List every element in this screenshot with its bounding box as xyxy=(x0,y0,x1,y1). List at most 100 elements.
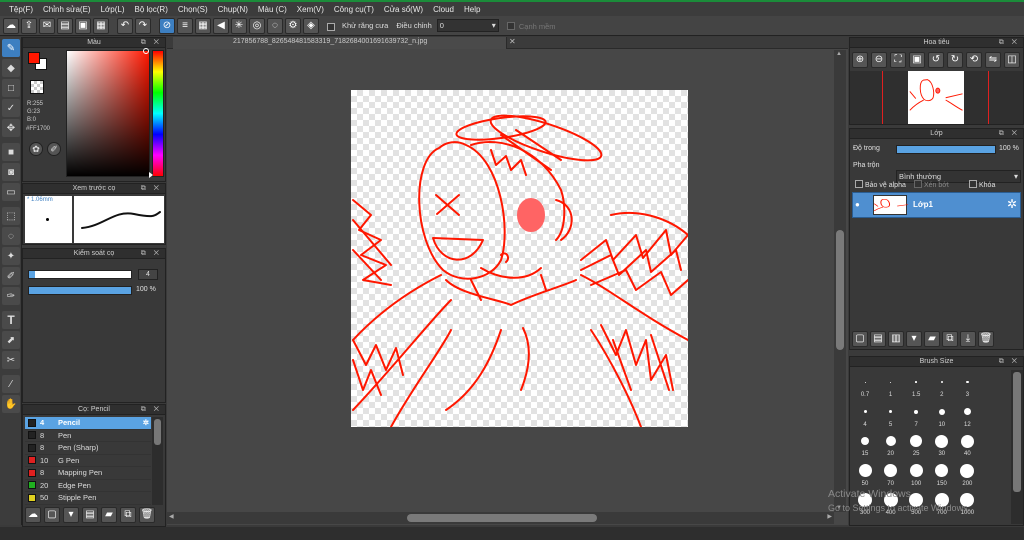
panel-window-buttons[interactable]: ⧉ ✕ xyxy=(141,184,162,194)
select-pen-tool-icon[interactable]: ✐ xyxy=(2,267,20,285)
brush-size-option[interactable]: 50 xyxy=(853,459,877,488)
brush-size-option[interactable]: 1 xyxy=(879,370,903,399)
comment-icon[interactable]: ✉ xyxy=(39,17,55,34)
snap-perspective-icon[interactable]: ◀ xyxy=(213,17,229,34)
menu-help[interactable]: Help xyxy=(459,5,485,14)
magic-wand-icon[interactable]: ✦ xyxy=(2,247,20,265)
transparent-color-swatch[interactable] xyxy=(30,80,44,94)
brush-list-scroll-thumb[interactable] xyxy=(154,419,161,445)
lasso-select-icon[interactable]: ◌ xyxy=(2,227,20,245)
brush-item-edge-pen[interactable]: 20 Edge Pen xyxy=(25,480,151,492)
navigator-preview[interactable] xyxy=(850,71,1023,124)
new-8bit-layer-icon[interactable]: ▥ xyxy=(888,331,904,347)
layer-row-lop1[interactable]: ● Lớp1 ✲ xyxy=(852,192,1021,218)
brush-item-pen-sharp[interactable]: 8 Pen (Sharp) xyxy=(25,442,151,455)
canvas-horizontal-thumb[interactable] xyxy=(407,514,597,522)
flip-horizontal-icon[interactable]: ⇋ xyxy=(985,52,1001,68)
drawing-canvas[interactable] xyxy=(351,90,689,428)
fit-view-icon[interactable]: ⛶ xyxy=(890,52,906,68)
brush-tool-icon[interactable]: ✎ xyxy=(2,39,20,57)
hand-tool-icon[interactable]: ✋ xyxy=(2,395,20,413)
redo-icon[interactable]: ↷ xyxy=(135,17,151,34)
grid-icon[interactable]: ▦ xyxy=(93,17,109,34)
brush-item-pencil[interactable]: 4 Pencil ✲ xyxy=(25,417,151,430)
saturation-value-square[interactable] xyxy=(66,50,150,177)
brush-size-value[interactable]: 4 xyxy=(138,269,158,280)
open-icon[interactable]: ▤ xyxy=(57,17,73,34)
cloud-icon[interactable]: ☁ xyxy=(3,17,19,34)
dot-tool-icon[interactable]: □ xyxy=(2,79,20,97)
brush-size-option[interactable]: 25 xyxy=(904,429,928,458)
snap-parallel-icon[interactable]: ≡ xyxy=(177,17,193,34)
delete-brush-icon[interactable]: 🗑 xyxy=(139,507,155,523)
brush-size-option[interactable]: 0.7 xyxy=(853,370,877,399)
brush-item-stipple-pen[interactable]: 50 Stipple Pen xyxy=(25,492,151,505)
add-brush-menu-icon[interactable]: ▾ xyxy=(63,507,79,523)
color-cursor[interactable] xyxy=(143,48,149,54)
rect-select-icon[interactable]: ⬚ xyxy=(2,207,20,225)
scroll-up-icon[interactable]: ▲ xyxy=(836,51,842,57)
brush-size-option[interactable]: 1.5 xyxy=(904,370,928,399)
brush-size-scroll-thumb[interactable] xyxy=(1013,372,1021,492)
reset-rotation-icon[interactable]: ⟲ xyxy=(966,52,982,68)
brush-opacity-slider[interactable] xyxy=(28,286,132,295)
soft-edge-checkbox[interactable] xyxy=(506,21,515,30)
zoom-in-icon[interactable]: ⊕ xyxy=(852,52,868,68)
canvas-vertical-thumb[interactable] xyxy=(836,230,844,350)
menu-edit[interactable]: Chỉnh sửa(E) xyxy=(38,5,96,14)
canvas-horizontal-scrollbar[interactable]: ◀ ▶ xyxy=(167,512,834,524)
menu-window[interactable]: Cửa sổ(W) xyxy=(379,5,428,14)
brush-size-scrollbar[interactable] xyxy=(1011,370,1023,524)
menu-layer[interactable]: Lớp(L) xyxy=(96,5,130,14)
gradient-tool-icon[interactable]: ▭ xyxy=(2,183,20,201)
hue-slider-handle[interactable] xyxy=(149,172,153,178)
select-eraser-icon[interactable]: ✑ xyxy=(2,287,20,305)
menu-color[interactable]: Màu (C) xyxy=(253,5,292,14)
reflect-icon[interactable]: ◫ xyxy=(1004,52,1020,68)
menu-filter[interactable]: Bộ lọc(R) xyxy=(130,5,173,14)
actual-size-icon[interactable]: ▣ xyxy=(909,52,925,68)
eraser-tool-icon[interactable]: ◆ xyxy=(2,59,20,77)
brush-folder-icon[interactable]: ▰ xyxy=(101,507,117,523)
brush-item-mapping-pen[interactable]: 8 Mapping Pen xyxy=(25,467,151,480)
scroll-left-icon[interactable]: ◀ xyxy=(169,513,174,520)
operation-tool-icon[interactable]: ⬈ xyxy=(2,331,20,349)
adjust-dropdown[interactable]: 0 xyxy=(436,19,499,32)
rotate-right-icon[interactable]: ↻ xyxy=(947,52,963,68)
layer-folder-icon[interactable]: ▰ xyxy=(924,331,940,347)
move-tool-icon[interactable]: ✥ xyxy=(2,119,20,137)
primary-color-swatch[interactable] xyxy=(28,52,40,64)
brush-size-option[interactable]: 150 xyxy=(930,459,954,488)
menu-view[interactable]: Xem(V) xyxy=(292,5,329,14)
brush-size-option[interactable]: 40 xyxy=(955,429,979,458)
menu-select[interactable]: Chọn(S) xyxy=(173,5,213,14)
duplicate-brush-icon[interactable]: ⧉ xyxy=(120,507,136,523)
rotate-left-icon[interactable]: ↺ xyxy=(928,52,944,68)
brush-size-option[interactable]: 2 xyxy=(930,370,954,399)
divide-tool-icon[interactable]: ✂ xyxy=(2,351,20,369)
select-pen-icon[interactable]: ✓ xyxy=(2,99,20,117)
new-layer-icon[interactable]: ▢ xyxy=(852,331,868,347)
panel-window-buttons[interactable]: ⧉ ✕ xyxy=(999,129,1020,139)
brush-size-option[interactable]: 7 xyxy=(904,400,928,429)
brush-size-option[interactable]: 5 xyxy=(879,400,903,429)
add-layer-menu-icon[interactable]: ▾ xyxy=(906,331,922,347)
canvas-vertical-scrollbar[interactable]: ▲ ▼ xyxy=(834,50,846,512)
zoom-out-icon[interactable]: ⊖ xyxy=(871,52,887,68)
close-tab-icon[interactable]: ✕ xyxy=(509,37,516,46)
brush-item-pen[interactable]: 8 Pen xyxy=(25,430,151,442)
panel-window-buttons[interactable]: ⧉ ✕ xyxy=(999,38,1020,48)
menu-cloud[interactable]: Cloud xyxy=(428,5,459,14)
new-brush-icon[interactable]: ▢ xyxy=(44,507,60,523)
brush-size-option[interactable]: 20 xyxy=(879,429,903,458)
settings-gear-icon[interactable]: ⚙ xyxy=(285,17,301,34)
palette-icon[interactable]: ✿ xyxy=(29,142,43,156)
duplicate-layer-icon[interactable]: ⧉ xyxy=(942,331,958,347)
brush-list-scrollbar[interactable] xyxy=(152,417,163,505)
visibility-eye-icon[interactable]: ● xyxy=(855,200,860,209)
save-icon[interactable]: ▣ xyxy=(75,17,91,34)
lock-option[interactable]: Khóa xyxy=(969,179,995,189)
snap-crisscross-icon[interactable]: ▦ xyxy=(195,17,211,34)
panel-window-buttons[interactable]: ⧉ ✕ xyxy=(141,38,162,48)
panel-window-buttons[interactable]: ⧉ ✕ xyxy=(141,249,162,259)
